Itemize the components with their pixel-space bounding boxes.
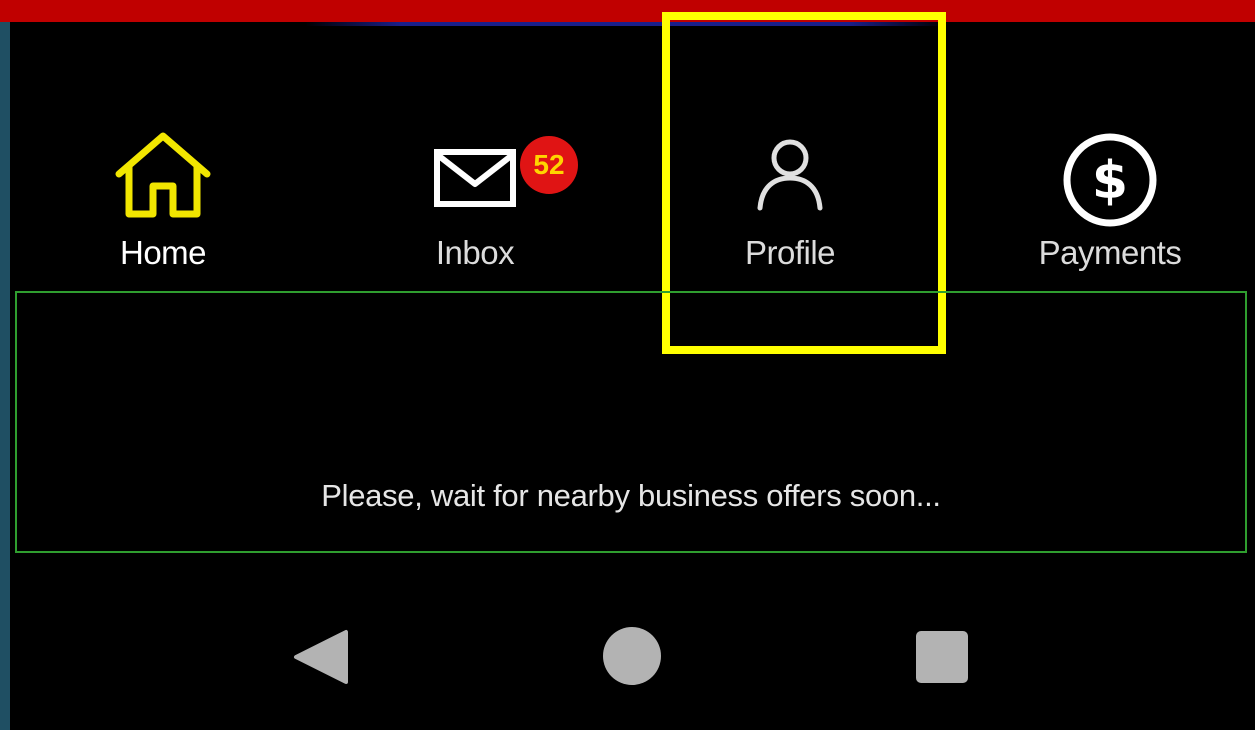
bottom-tab-bar: Home Inbox Profile $ Payments 52 [10,26,1255,288]
tab-home[interactable]: Home [43,26,283,288]
inbox-unread-badge: 52 [520,136,578,194]
tab-payments-label: Payments [1038,234,1182,271]
dollar-circle-icon: $ [1063,133,1157,227]
svg-text:$: $ [1092,151,1128,211]
recents-icon[interactable] [915,630,969,684]
tab-inbox-label: Inbox [435,234,515,271]
status-bar [0,0,1255,22]
left-edge-strip [0,22,10,730]
system-navigation-bar [10,590,1255,730]
back-icon[interactable] [290,628,350,686]
tab-profile-label: Profile [744,234,836,271]
person-icon [757,139,823,211]
mail-icon [434,149,516,207]
offers-message: Please, wait for nearby business offers … [321,478,941,513]
home-icon [115,132,211,218]
tab-payments[interactable]: $ Payments [990,26,1230,288]
home-circle-icon[interactable] [602,626,662,686]
tab-profile[interactable]: Profile [670,26,910,288]
offers-panel: Please, wait for nearby business offers … [15,291,1247,553]
tab-home-label: Home [119,234,207,271]
